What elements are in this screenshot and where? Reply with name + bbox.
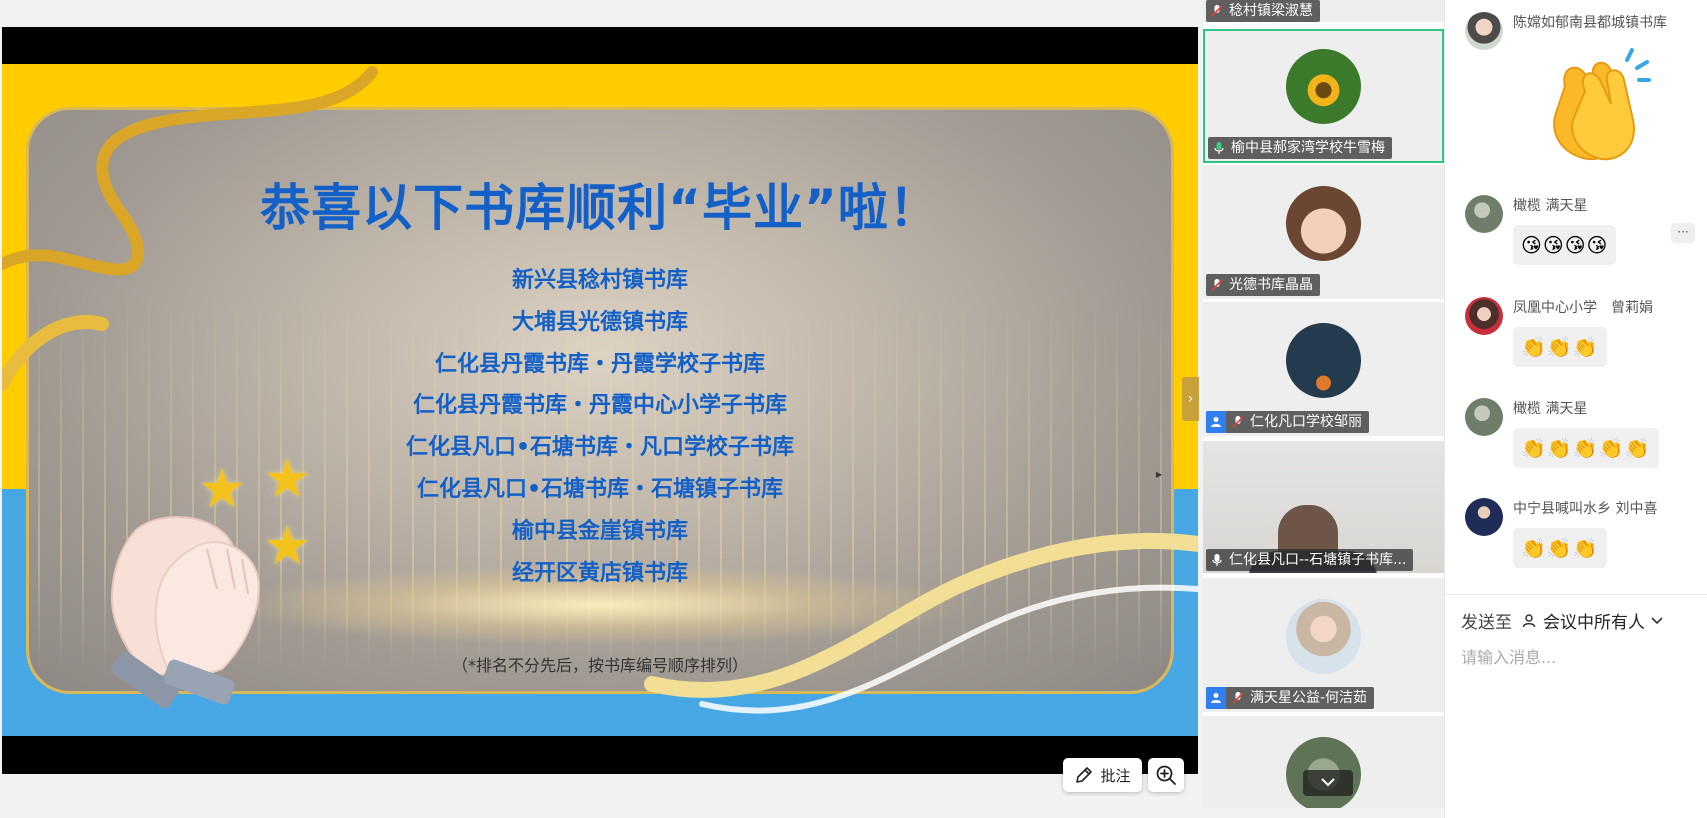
chat-bubble: 😘😘😘😘: [1513, 225, 1617, 265]
presentation-slide: 恭喜以下书库顺利“毕业”啦！ 新兴县稔村镇书库 大埔县光德镇书库 仁化县丹霞书库…: [2, 64, 1198, 736]
annotate-button[interactable]: 批注: [1063, 758, 1142, 792]
participant-tile[interactable]: 稔村镇梁淑慧: [1203, 0, 1444, 22]
participant-tile-video[interactable]: 仁化县凡口--石塘镇子书库...: [1203, 441, 1444, 573]
participant-tile[interactable]: 满天星公益-何洁茹: [1203, 578, 1444, 712]
send-to-selector[interactable]: 发送至 会议中所有人: [1461, 608, 1664, 633]
participant-tile[interactable]: 光德书库晶晶: [1203, 165, 1444, 299]
more-options-button[interactable]: ···: [1671, 223, 1695, 243]
send-to-label: 发送至: [1461, 613, 1512, 633]
list-item: 仁化县丹霞书库・丹霞中心小学子书库: [412, 393, 787, 419]
participant-name-tag: 仁化县凡口--石塘镇子书库...: [1206, 549, 1414, 571]
avatar: [1465, 297, 1503, 335]
avatar: [1465, 498, 1503, 536]
recipient-dropdown[interactable]: 会议中所有人: [1522, 608, 1664, 633]
participant-tile[interactable]: 仁化凡口学校邹丽: [1203, 302, 1444, 436]
participant-name-tag: 满天星公益-何洁茹: [1206, 687, 1375, 709]
mic-muted-icon: [1232, 416, 1244, 428]
user-icon: [1522, 613, 1536, 627]
participant-video-list[interactable]: 稔村镇梁淑慧 榆中县郝家湾学校牛雪梅 光德书库晶晶 仁化凡口学校邹丽 仁化县凡口…: [1203, 0, 1444, 808]
annotate-label: 批注: [1100, 766, 1131, 785]
participant-name-tag: 仁化凡口学校邹丽: [1206, 411, 1369, 433]
participant-name-tag: 稔村镇梁淑慧: [1206, 0, 1320, 22]
chat-bubble: 👏👏👏: [1513, 528, 1607, 568]
chat-sender: 陈嫦如郁南县都城镇书库: [1513, 15, 1667, 31]
mouse-cursor-icon: ▸: [1156, 467, 1163, 481]
panel-expand-chevron-icon[interactable]: ›: [1182, 377, 1199, 421]
mic-muted-icon: [1211, 5, 1223, 17]
list-item: 仁化县丹霞书库・丹霞学校子书库: [434, 351, 765, 377]
avatar: [1465, 398, 1503, 436]
mic-muted-icon: [1232, 692, 1244, 704]
zoom-in-icon: [1156, 765, 1176, 785]
chat-sender: 中宁县喊叫水乡 刘中喜: [1513, 501, 1658, 517]
chevron-down-icon: [1651, 616, 1663, 624]
pen-icon: [1076, 767, 1093, 783]
participant-name-tag: 光德书库晶晶: [1206, 274, 1320, 296]
slide-title: 恭喜以下书库顺利“毕业”啦！: [260, 179, 940, 237]
participant-name-tag: 榆中县郝家湾学校牛雪梅: [1208, 137, 1392, 159]
zoom-in-button[interactable]: [1148, 758, 1184, 792]
mic-muted-icon: [1211, 279, 1223, 291]
chat-panel: 陈嫦如郁南县都城镇书库 👏 橄榄 满天星 😘😘😘😘 ··· 凤凰中心小学 曾莉娟…: [1444, 0, 1707, 818]
chat-message-input[interactable]: [1461, 648, 1691, 667]
chat-sender: 凤凰中心小学 曾莉娟: [1513, 300, 1653, 316]
clapping-hands-icon: [110, 516, 260, 709]
chevron-down-icon: [1321, 778, 1335, 787]
chat-sender: 橄榄 满天星: [1513, 198, 1588, 214]
meeting-window: 恭喜以下书库顺利“毕业”啦！ 新兴县稔村镇书库 大埔县光德镇书库 仁化县丹霞书库…: [0, 0, 1707, 818]
avatar: [1286, 186, 1361, 261]
list-item: 新兴县稔村镇书库: [511, 268, 688, 293]
shared-screen: 恭喜以下书库顺利“毕业”啦！ 新兴县稔村镇书库 大埔县光德镇书库 仁化县丹霞书库…: [2, 27, 1198, 774]
chat-sender: 橄榄 满天星: [1513, 401, 1588, 417]
avatar: [1465, 195, 1503, 233]
participant-tile-active-speaker[interactable]: 榆中县郝家湾学校牛雪梅: [1203, 29, 1444, 163]
avatar: [1286, 49, 1361, 124]
avatar: [1286, 323, 1361, 398]
host-icon: [1206, 411, 1226, 433]
avatar: [1465, 12, 1503, 50]
chat-divider: [1445, 594, 1707, 595]
svg-text:👏: 👏: [1535, 46, 1537, 47]
send-target-label: 会议中所有人: [1543, 613, 1645, 633]
chat-bubble: 👏👏👏: [1513, 327, 1607, 367]
avatar: [1286, 599, 1361, 674]
scroll-down-button[interactable]: [1303, 770, 1353, 796]
list-item: 大埔县光德镇书库: [511, 309, 688, 335]
host-icon: [1206, 687, 1226, 709]
chat-bubble: 👏👏👏👏👏: [1513, 428, 1659, 468]
mic-on-icon: [1212, 554, 1222, 566]
clapping-emoji-icon: 👏: [1535, 46, 1651, 161]
mic-speaking-icon: [1214, 142, 1224, 154]
